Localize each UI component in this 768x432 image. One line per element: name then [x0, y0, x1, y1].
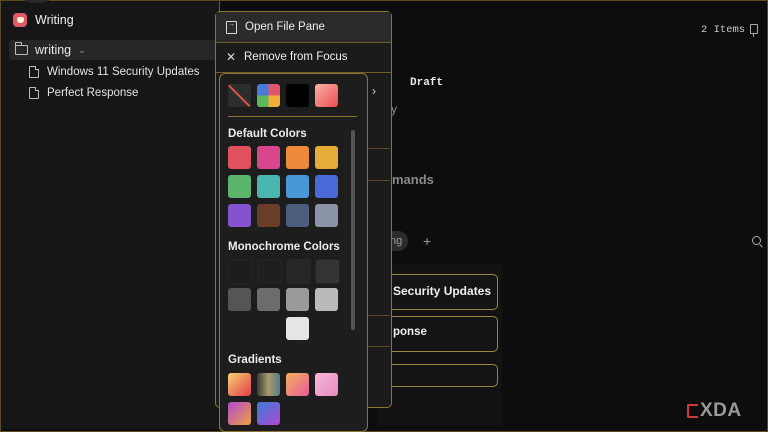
color-picker-panel: Default Colors Monochrome Colors Gradien…: [219, 73, 368, 432]
default-colors-heading: Default Colors: [228, 128, 307, 140]
monochrome-color-swatch[interactable]: [257, 259, 282, 284]
black-swatch[interactable]: [286, 84, 309, 107]
add-view-button[interactable]: +: [423, 233, 431, 249]
default-color-swatch[interactable]: [286, 146, 309, 169]
card-title: ponse: [393, 326, 427, 338]
chevron-right-icon: ›: [372, 84, 376, 98]
close-icon: ✕: [226, 50, 237, 64]
monochrome-color-swatch[interactable]: [228, 288, 251, 311]
file-open-icon: [226, 20, 237, 34]
chevron-down-icon[interactable]: ⌄: [78, 45, 86, 56]
new-card[interactable]: [383, 364, 498, 387]
default-color-swatch[interactable]: [228, 146, 251, 169]
sidebar: Writing writing ⌄ Windows 11 Security Up…: [1, 0, 220, 429]
gradient-swatch[interactable]: [257, 373, 280, 396]
default-color-swatch[interactable]: [257, 146, 280, 169]
monochrome-color-swatch[interactable]: [228, 259, 253, 284]
monochrome-color-swatch[interactable]: [257, 288, 280, 311]
monochrome-color-swatch[interactable]: [315, 259, 340, 284]
page-label: Perfect Response: [47, 87, 139, 99]
pin-icon[interactable]: [750, 24, 758, 37]
remove-from-focus-item[interactable]: ✕ Remove from Focus: [216, 42, 391, 72]
panel-divider: [228, 116, 357, 117]
card-perfect-response[interactable]: ponse: [383, 316, 498, 352]
page-item[interactable]: Perfect Response: [29, 87, 138, 99]
page-icon: [29, 87, 39, 99]
xda-watermark: XDA: [687, 400, 742, 422]
monochrome-color-swatch[interactable]: [286, 317, 309, 340]
scrollbar[interactable]: [351, 130, 355, 330]
default-color-swatch[interactable]: [315, 146, 338, 169]
card-title: Security Updates: [393, 284, 492, 298]
workspace-logo-icon: [13, 13, 27, 27]
page-icon: [29, 66, 39, 78]
open-file-pane-item[interactable]: Open File Pane: [216, 12, 391, 42]
folder-icon: [15, 42, 28, 55]
no-color-swatch[interactable]: [228, 84, 251, 107]
xda-logo-icon: [687, 404, 698, 418]
gradient-swatch[interactable]: [257, 402, 280, 425]
monochrome-colors-heading: Monochrome Colors: [228, 241, 340, 253]
heading-fragment: mands: [392, 172, 434, 187]
default-color-swatch[interactable]: [315, 175, 338, 198]
watermark-text: XDA: [700, 400, 742, 421]
menu-separator: [365, 346, 390, 347]
default-color-swatch[interactable]: [315, 204, 338, 227]
menu-separator: [365, 148, 390, 149]
default-color-swatch[interactable]: [257, 175, 280, 198]
multicolor-swatch[interactable]: [257, 84, 280, 107]
gradient-swatch[interactable]: [315, 373, 338, 396]
menu-separator: [365, 180, 390, 181]
red-gradient-swatch[interactable]: [315, 84, 338, 107]
folder-item-writing[interactable]: writing ⌄: [9, 40, 219, 60]
workspace-name: Writing: [35, 13, 74, 27]
gradient-swatch[interactable]: [228, 402, 251, 425]
sidebar-top-shape: [23, 0, 51, 3]
default-color-swatch[interactable]: [286, 175, 309, 198]
menu-item-label: Remove from Focus: [244, 51, 348, 63]
items-count: 2 Items: [701, 24, 746, 36]
folder-label: writing: [35, 43, 72, 57]
status-label: Draft: [410, 77, 444, 89]
monochrome-color-swatch[interactable]: [286, 259, 311, 284]
page-label: Windows 11 Security Updates: [47, 66, 200, 78]
search-icon[interactable]: [752, 236, 761, 245]
default-color-swatch[interactable]: [286, 204, 309, 227]
monochrome-color-swatch[interactable]: [315, 288, 338, 311]
card-security-updates[interactable]: Security Updates: [383, 274, 498, 310]
gradients-heading: Gradients: [228, 354, 282, 366]
default-color-swatch[interactable]: [228, 204, 251, 227]
menu-item-label: Open File Pane: [245, 21, 325, 33]
gradient-swatch[interactable]: [286, 373, 309, 396]
workspace-switcher[interactable]: Writing: [13, 13, 74, 27]
menu-separator: [365, 315, 390, 316]
monochrome-color-swatch[interactable]: [286, 288, 309, 311]
default-color-swatch[interactable]: [228, 175, 251, 198]
default-color-swatch[interactable]: [257, 204, 280, 227]
page-item[interactable]: Windows 11 Security Updates: [29, 66, 200, 78]
gradient-swatch[interactable]: [228, 373, 251, 396]
